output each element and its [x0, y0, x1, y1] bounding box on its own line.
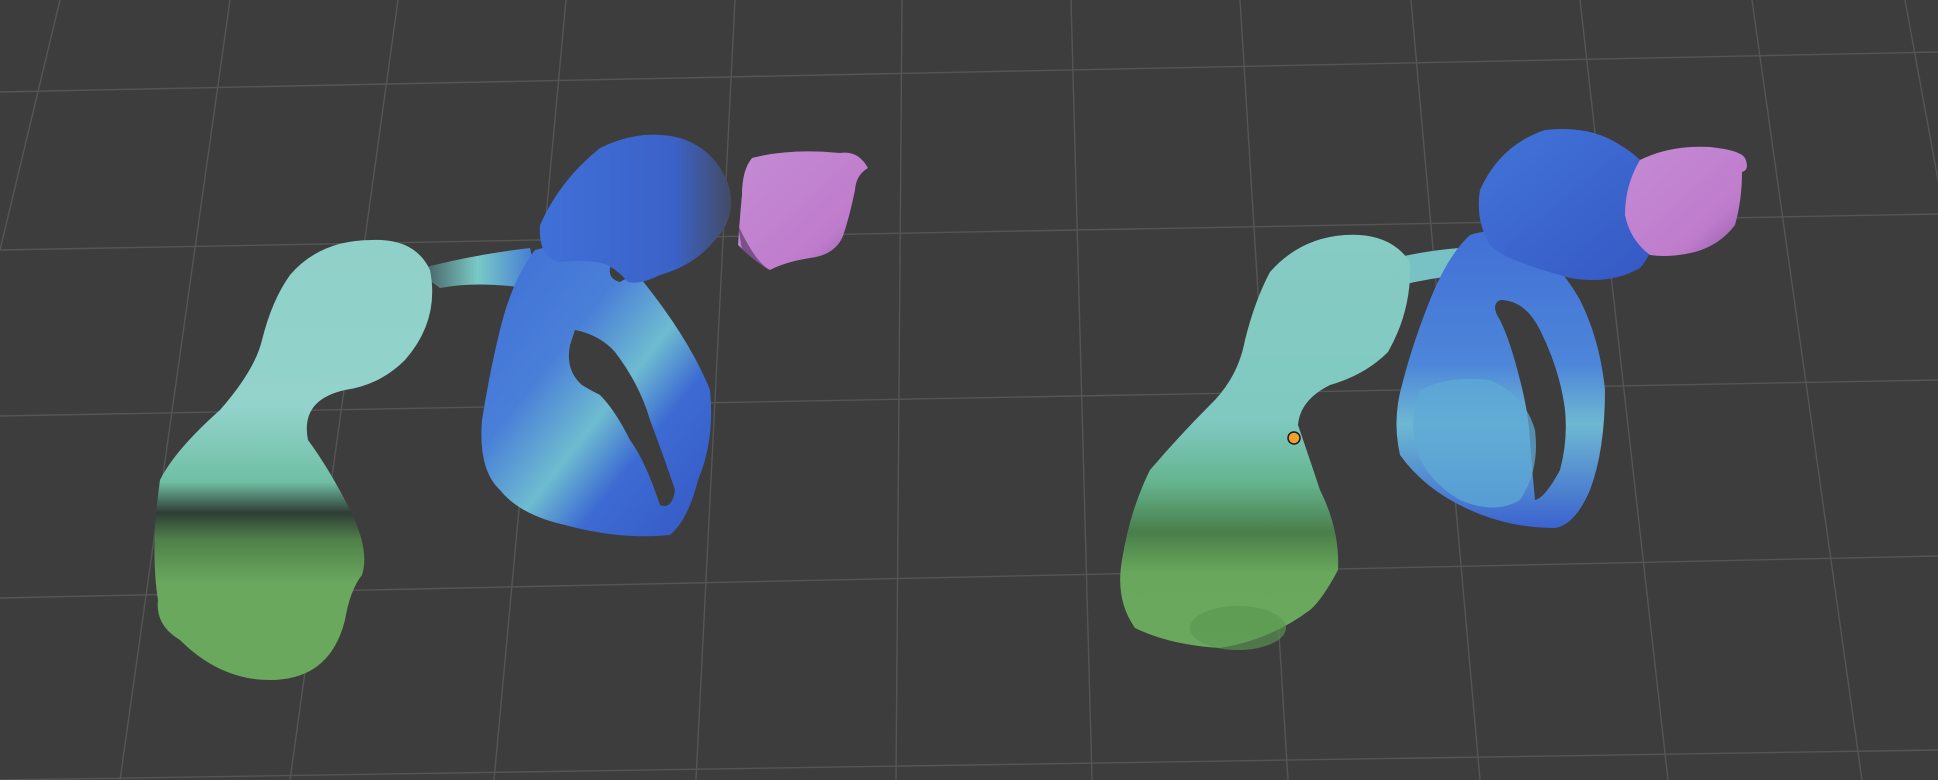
right-body: [1120, 234, 1411, 648]
left-body: [154, 239, 433, 680]
right-body-base: [1190, 606, 1286, 650]
3d-viewport[interactable]: [0, 0, 1938, 780]
right-blob-mesh[interactable]: [1120, 129, 1747, 650]
viewport-canvas[interactable]: [0, 0, 1938, 780]
object-origin-dot[interactable]: [1287, 431, 1301, 445]
right-pink-bulb: [1625, 146, 1747, 256]
left-top-lobe: [539, 134, 731, 283]
left-pink-bulb: [738, 151, 868, 270]
